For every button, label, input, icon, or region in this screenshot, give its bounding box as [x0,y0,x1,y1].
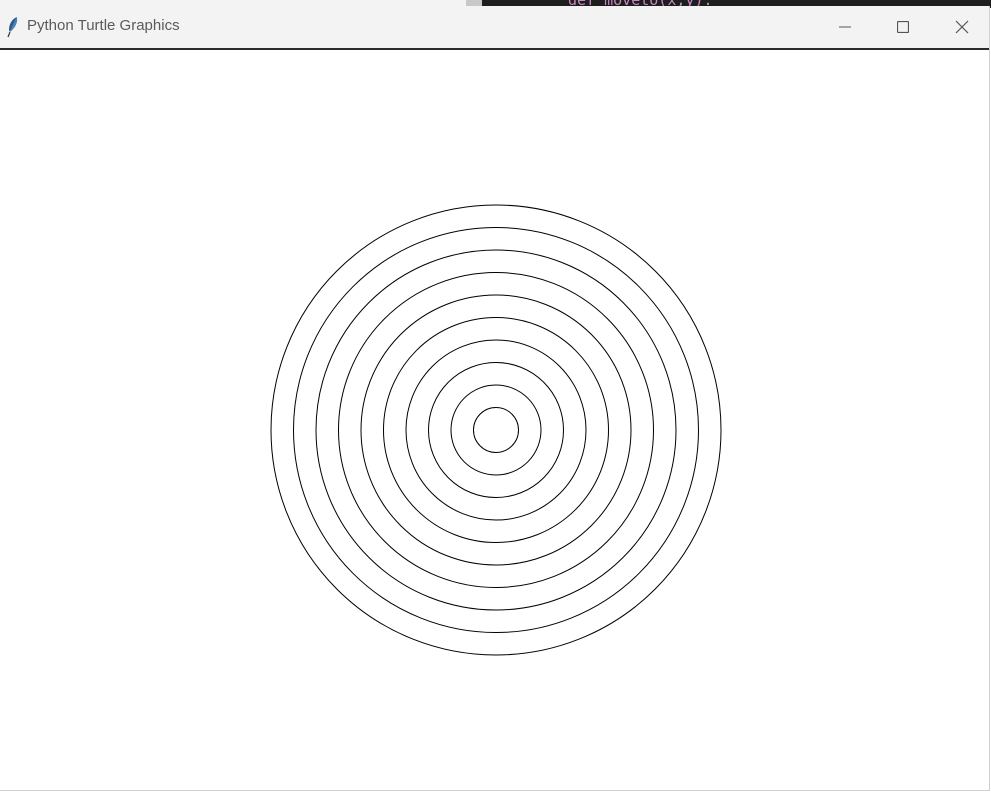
maximize-icon [897,21,909,33]
circle-ring-9 [293,227,699,633]
circle-ring-6 [360,294,632,566]
close-icon [955,20,969,34]
feather-icon [6,16,20,38]
turtle-drawing [270,204,722,656]
title-bar[interactable]: Python Turtle Graphics [0,6,989,50]
minimize-button[interactable] [822,6,868,48]
circle-ring-3 [428,362,564,498]
turtle-window: Python Turtle Graphics [0,6,990,791]
close-button[interactable] [939,6,985,48]
turtle-canvas[interactable] [0,50,989,790]
maximize-button[interactable] [880,6,926,48]
circle-ring-4 [405,339,587,521]
circle-ring-5 [383,317,609,543]
circle-ring-1 [473,407,519,453]
minimize-icon [839,21,851,33]
circle-ring-7 [338,272,654,588]
circle-ring-8 [315,249,677,611]
window-title: Python Turtle Graphics [27,17,180,34]
circle-ring-2 [450,384,542,476]
